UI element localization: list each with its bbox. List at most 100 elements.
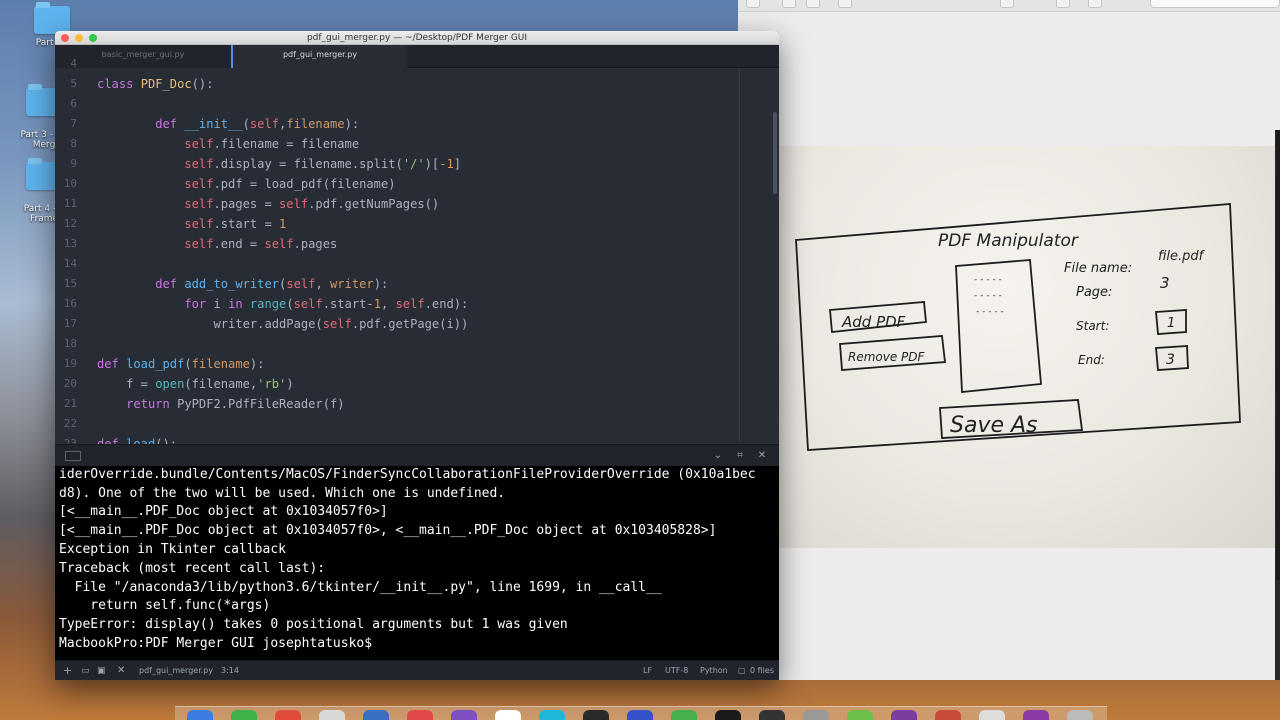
line-number: 22 [63, 417, 77, 430]
app-icon[interactable] [803, 710, 829, 720]
editor-scrollbar[interactable] [773, 112, 777, 194]
markup-button[interactable] [1000, 0, 1014, 8]
terminal-line: [<__main__.PDF_Doc object at 0x1034057f0… [59, 504, 388, 519]
dock [175, 706, 1107, 720]
terminal-line: TypeError: display() takes 0 positional … [59, 617, 568, 632]
code-line: self.pages = self.pdf.getNumPages() [184, 197, 440, 211]
sketch-add-label: Add PDF [841, 313, 906, 331]
terminal-line: d8). One of the two will be used. Which … [59, 486, 506, 501]
app-icon[interactable] [451, 710, 477, 720]
finder-icon[interactable] [187, 710, 213, 720]
status-grammar[interactable]: Python [700, 661, 728, 680]
status-file-name[interactable]: pdf_gui_merger.py [139, 661, 213, 680]
line-number: 20 [63, 377, 77, 390]
sketch-save-label: Save As [950, 413, 1038, 438]
sketch-end-value: 3 [1166, 352, 1175, 368]
code-line: return PyPDF2.PdfFileReader(f) [126, 397, 345, 411]
tab-pdf-gui-merger[interactable]: pdf_gui_merger.py [231, 45, 407, 68]
app-icon[interactable] [539, 710, 565, 720]
line-number: 15 [63, 277, 77, 290]
close-terminal-icon[interactable]: ✕ [117, 661, 125, 680]
terminal-line: Exception in Tkinter callback [59, 542, 286, 557]
terminal-prompt: MacbookPro:PDF Merger GUI josephtatusko$ [59, 636, 373, 651]
app-icon[interactable] [363, 710, 389, 720]
app-icon[interactable] [979, 710, 1005, 720]
app-icon[interactable] [275, 710, 301, 720]
sketch-filename-value: file.pdf [1158, 249, 1206, 264]
line-number: 16 [63, 297, 77, 310]
line-number: 14 [63, 257, 77, 270]
share-button[interactable] [838, 0, 852, 8]
zoom-out-button[interactable] [782, 0, 796, 8]
status-line-ending[interactable]: LF [643, 661, 652, 680]
terminal-line: File "/anaconda3/lib/python3.6/tkinter/_… [59, 580, 662, 595]
annotate-button[interactable] [1088, 0, 1102, 8]
line-number: 10 [63, 177, 77, 190]
terminal-panel[interactable]: iderOverride.bundle/Contents/MacOS/Finde… [55, 466, 779, 660]
line-number: 19 [63, 357, 77, 370]
app-icon[interactable] [495, 710, 521, 720]
sketch-page-value: 3 [1160, 274, 1170, 292]
status-cursor-position[interactable]: 3:14 [221, 661, 239, 680]
sketch-remove-label: Remove PDF [848, 350, 926, 364]
whiteboard-photo: PDF Manipulator Add PDF Remove PDF - - -… [778, 146, 1275, 548]
code-line: for i in range(self.start-1, self.end): [184, 297, 469, 311]
sketch-page-label: Page: [1076, 285, 1112, 300]
terminal-line: iderOverride.bundle/Contents/MacOS/Finde… [59, 467, 756, 482]
messages-icon[interactable] [231, 710, 257, 720]
app-icon[interactable] [407, 710, 433, 720]
status-encoding[interactable]: UTF-8 [665, 661, 688, 680]
line-number: 9 [70, 157, 77, 170]
rotate-button[interactable] [1056, 0, 1070, 8]
trash-icon[interactable] [1067, 710, 1093, 720]
terminal-line: Traceback (most recent call last): [59, 561, 326, 576]
code-editor[interactable]: 4 5 6 7 8 9 10 11 12 13 14 15 16 17 18 1… [55, 57, 779, 451]
app-icon[interactable] [583, 710, 609, 720]
terminal-tab-icon[interactable]: ▣ [97, 661, 106, 680]
atom-window: pdf_gui_merger.py — ~/Desktop/PDF Merger… [55, 31, 779, 680]
code-line: def load_pdf(filename): [97, 357, 265, 371]
line-number: 4 [70, 57, 77, 70]
sketch-filename-label: File name: [1064, 261, 1132, 276]
zoom-in-button[interactable] [806, 0, 820, 8]
terminal-app-icon[interactable] [715, 710, 741, 720]
search-field[interactable] [1150, 0, 1280, 8]
terminal-header: ⌄ ⌗ ✕ [55, 444, 779, 466]
app-icon[interactable] [671, 710, 697, 720]
app-icon[interactable] [891, 710, 917, 720]
terminal-list-icon[interactable]: ▭ [81, 661, 90, 680]
line-number: 8 [70, 137, 77, 150]
line-number: 18 [63, 337, 77, 350]
app-icon[interactable] [1023, 710, 1049, 720]
git-icon: ▢ [738, 666, 746, 675]
app-icon[interactable] [847, 710, 873, 720]
add-icon[interactable]: + [63, 661, 72, 680]
code-line: f = open(filename,'rb') [97, 377, 294, 391]
app-icon[interactable] [759, 710, 785, 720]
code-line: self.filename = filename [184, 137, 360, 151]
close-icon[interactable]: ✕ [755, 449, 769, 463]
app-icon[interactable] [627, 710, 653, 720]
code-line: class PDF_Doc(): [97, 77, 214, 91]
terminal-line: [<__main__.PDF_Doc object at 0x1034057f0… [59, 523, 717, 538]
tab-basic-merger-gui[interactable]: basic_merger_gui.py [55, 45, 231, 68]
line-number: 5 [70, 77, 77, 90]
sidebar-button[interactable] [746, 0, 760, 8]
code-line: writer.addPage(self.pdf.getPage(i)) [97, 317, 469, 331]
sketch-start-label: Start: [1076, 319, 1109, 333]
chevron-down-icon[interactable]: ⌄ [711, 449, 725, 463]
line-gutter: 4 5 6 7 8 9 10 11 12 13 14 15 16 17 18 1… [55, 57, 85, 450]
terminal-icon [65, 451, 81, 461]
sketch-list-item: - - - - - [974, 291, 1002, 301]
code-line: self.display = filename.split('/')[-1] [184, 157, 462, 171]
preview-window: PDF Manipulator Add PDF Remove PDF - - -… [738, 0, 1280, 680]
maximize-icon[interactable]: ⌗ [733, 449, 747, 463]
app-icon[interactable] [935, 710, 961, 720]
folder-icon [34, 2, 70, 34]
app-icon[interactable] [319, 710, 345, 720]
title-bar[interactable]: pdf_gui_merger.py — ~/Desktop/PDF Merger… [55, 31, 779, 45]
sketch-list-item: - - - - - [976, 307, 1004, 317]
terminal-line: return self.func(*args) [59, 598, 271, 613]
status-files[interactable]: 0 files [750, 661, 774, 680]
preview-toolbar [738, 0, 1280, 12]
